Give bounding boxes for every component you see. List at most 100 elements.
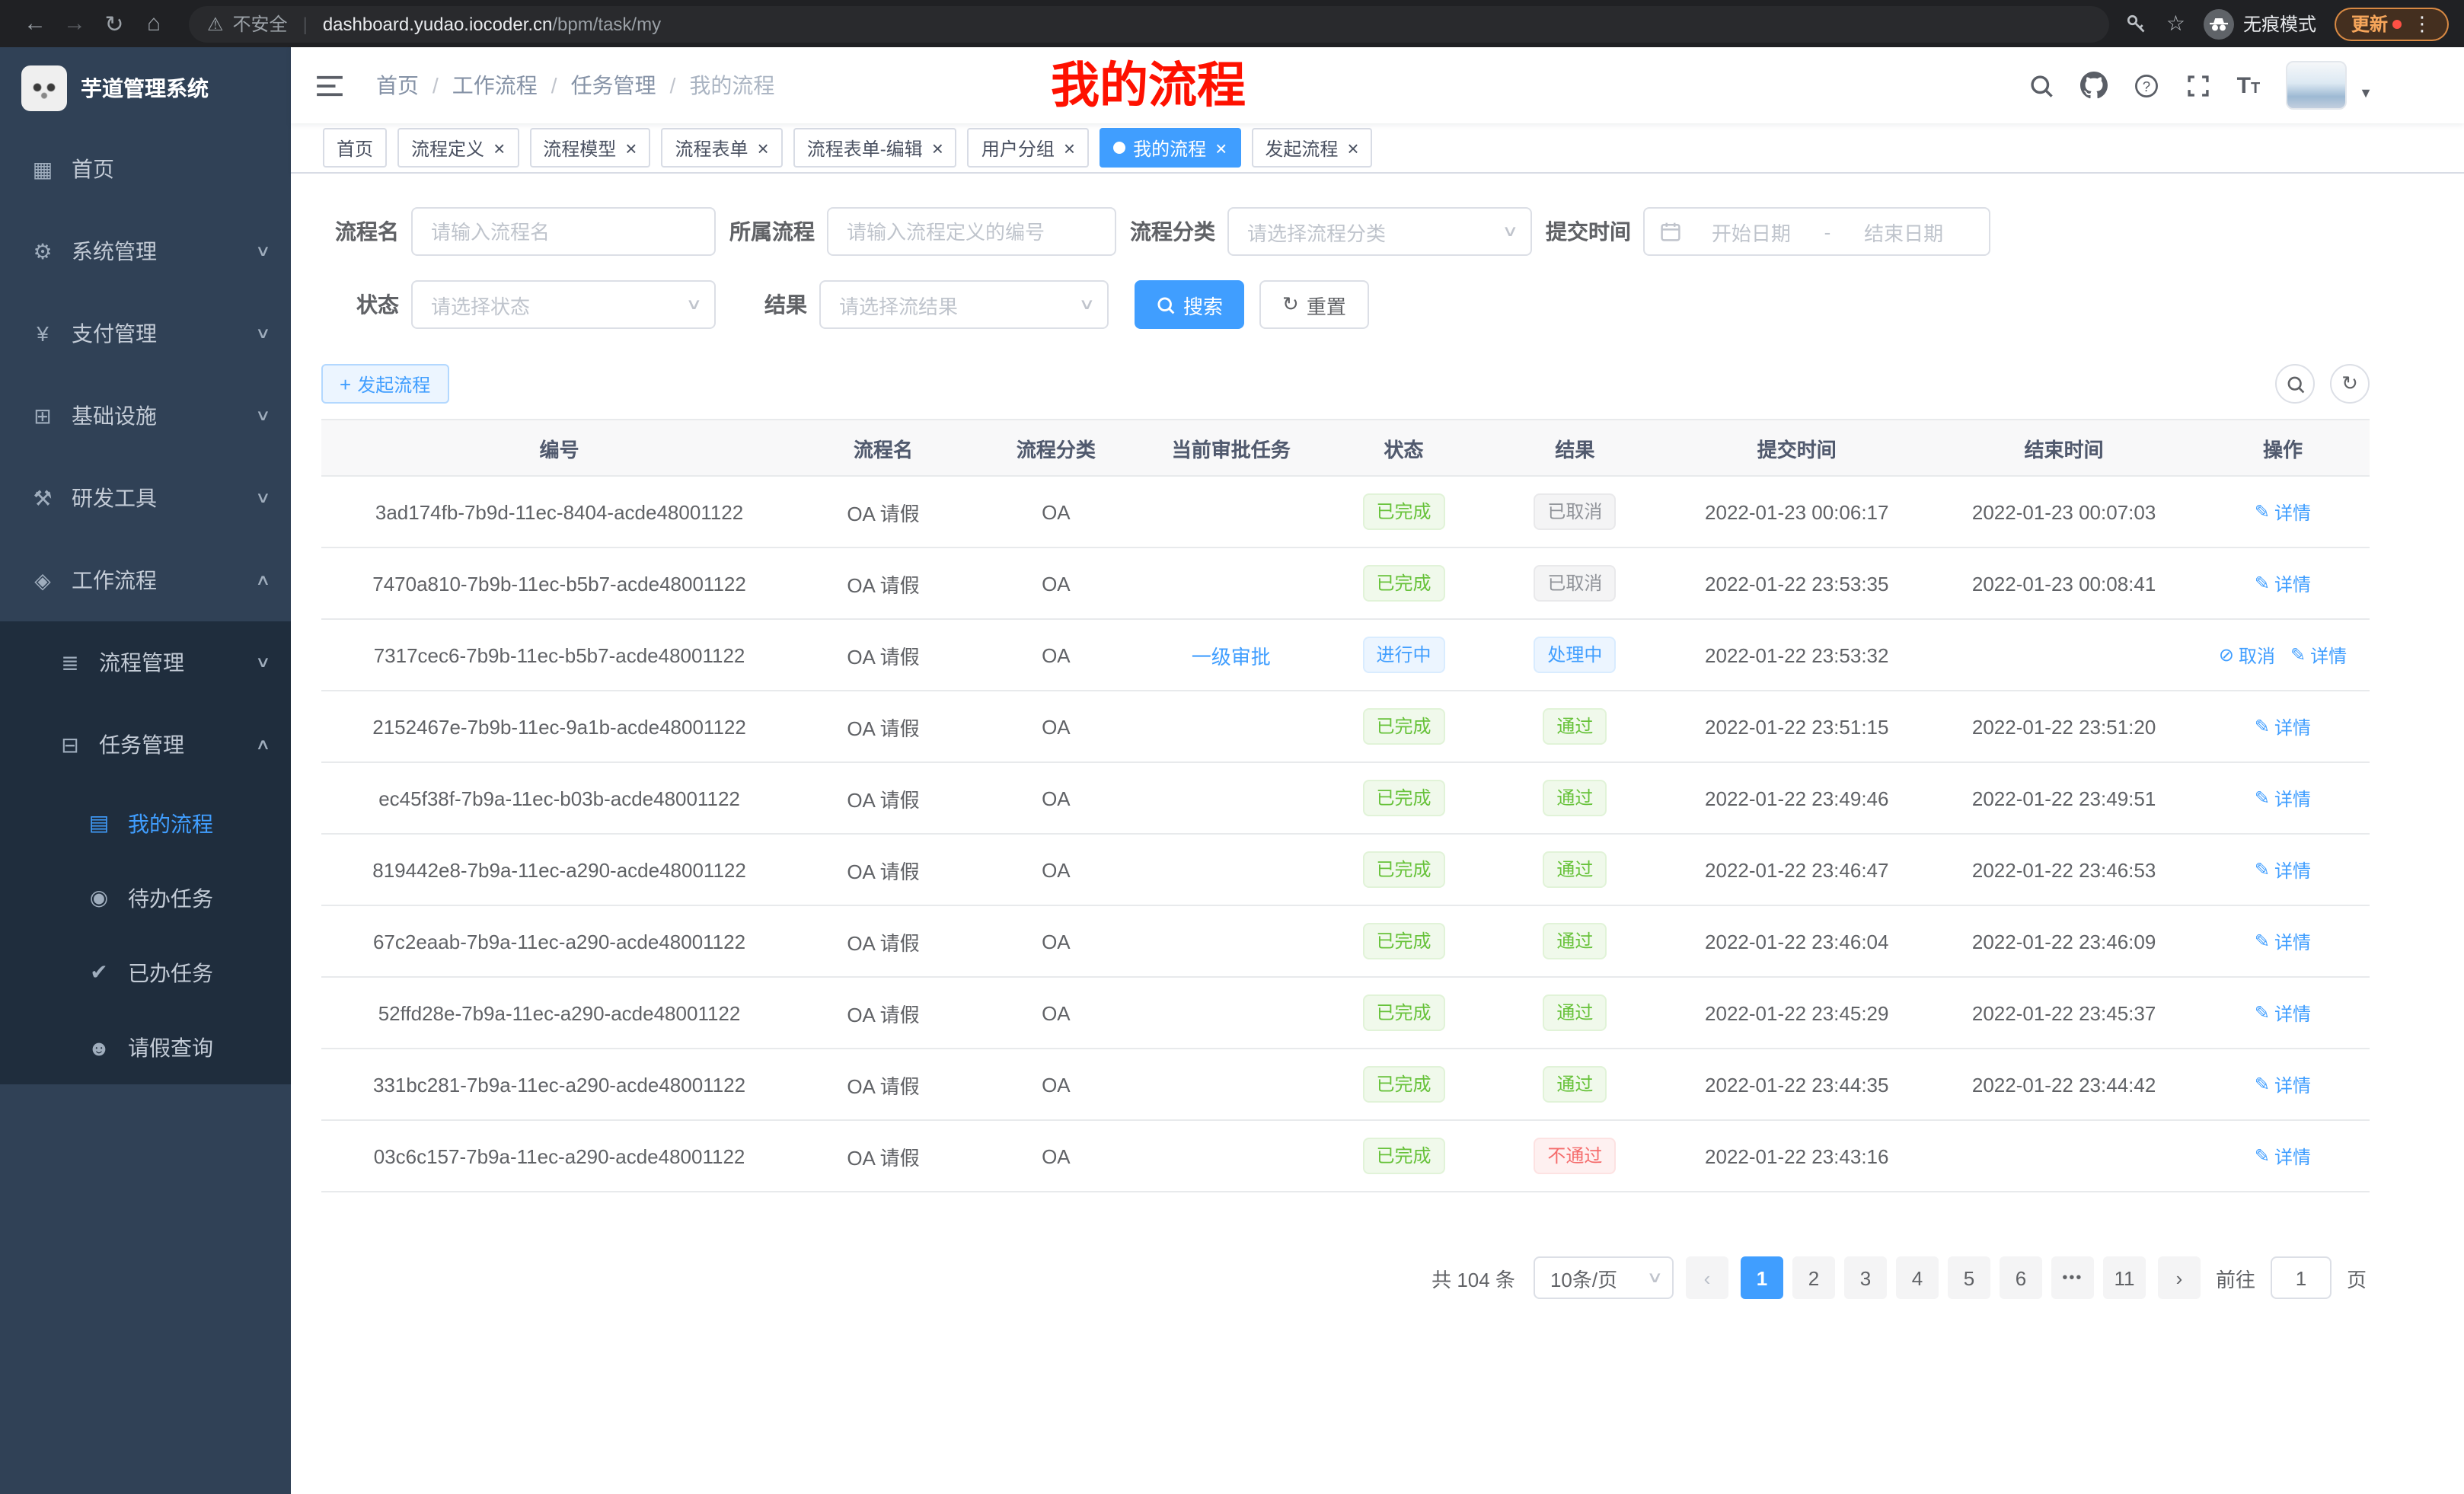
tab-首页[interactable]: 首页	[323, 128, 387, 168]
cell-current-task	[1143, 1049, 1320, 1120]
avatar[interactable]	[2286, 61, 2347, 110]
edit-icon: ✎	[2290, 644, 2306, 666]
main-area: 首页/工作流程/任务管理/我的流程 我的流程 ? TT	[291, 47, 2464, 1494]
toggle-search-button[interactable]	[2275, 364, 2315, 404]
tab-我的流程[interactable]: 我的流程×	[1100, 128, 1240, 168]
close-icon[interactable]: ×	[625, 138, 637, 158]
tab-用户分组[interactable]: 用户分组×	[968, 128, 1089, 168]
page-button[interactable]: 6	[2000, 1256, 2042, 1299]
sidebar-item-done-tasks[interactable]: ✔已办任务	[0, 935, 291, 1010]
breadcrumb-item[interactable]: 首页	[376, 70, 419, 101]
sidebar-item-devtools[interactable]: ⚒研发工具∨	[0, 457, 291, 539]
cell-submit-time: 2022-01-22 23:51:15	[1661, 691, 1932, 762]
sidebar-item-todo-tasks[interactable]: ◉待办任务	[0, 860, 291, 935]
security-label[interactable]: 不安全	[233, 11, 288, 37]
detail-button[interactable]: ✎详情	[2255, 499, 2311, 525]
font-size-icon[interactable]: TT	[2237, 72, 2261, 98]
address-bar[interactable]: ⚠ 不安全 | dashboard.yudao.iocoder.cn/bpm/t…	[189, 5, 2110, 42]
url-text: dashboard.yudao.iocoder.cn/bpm/task/my	[323, 13, 661, 34]
browser-menu-icon[interactable]: ⋮	[2412, 11, 2432, 36]
close-icon[interactable]: ×	[493, 138, 505, 158]
close-icon[interactable]: ×	[758, 138, 769, 158]
detail-button[interactable]: ✎详情	[2290, 642, 2347, 668]
goto-page-input[interactable]	[2271, 1256, 2332, 1299]
tab-发起流程[interactable]: 发起流程×	[1251, 128, 1372, 168]
category-select[interactable]: 请选择流程分类 ∨	[1227, 207, 1532, 256]
detail-button[interactable]: ✎详情	[2255, 1071, 2311, 1097]
search-button[interactable]: 搜索	[1135, 280, 1244, 329]
cancel-button[interactable]: ⊘取消	[2219, 642, 2275, 668]
end-date-placeholder[interactable]: 结束日期	[1834, 217, 1974, 246]
logo-image	[21, 65, 67, 110]
close-icon[interactable]: ×	[1064, 138, 1075, 158]
process-def-input[interactable]	[827, 207, 1116, 256]
status-select[interactable]: 请选择状态 ∨	[411, 280, 716, 329]
page-button[interactable]: 3	[1844, 1256, 1887, 1299]
close-icon[interactable]: ×	[932, 138, 943, 158]
page-button[interactable]: 2	[1792, 1256, 1835, 1299]
current-task-link[interactable]: 一级审批	[1192, 645, 1271, 668]
detail-button[interactable]: ✎详情	[2255, 928, 2311, 954]
tab-流程表单[interactable]: 流程表单×	[661, 128, 782, 168]
detail-button[interactable]: ✎详情	[2255, 1143, 2311, 1169]
detail-button[interactable]: ✎详情	[2255, 857, 2311, 883]
reload-button[interactable]: ↻	[94, 5, 134, 42]
sidebar-item-infrastructure[interactable]: ⊞基础设施∨	[0, 375, 291, 457]
task-icon: ⊟	[58, 732, 82, 758]
sidebar-item-process-mgmt[interactable]: ≣流程管理∨	[0, 621, 291, 704]
create-process-button[interactable]: + 发起流程	[321, 364, 448, 404]
sidebar-item-home[interactable]: ▦首页	[0, 128, 291, 210]
sidebar-item-label: 研发工具	[72, 483, 257, 513]
back-button[interactable]: ←	[15, 5, 55, 42]
page-button[interactable]: 4	[1896, 1256, 1939, 1299]
breadcrumb-item[interactable]: 工作流程	[452, 70, 538, 101]
detail-button[interactable]: ✎详情	[2255, 570, 2311, 596]
tab-流程表单-编辑[interactable]: 流程表单-编辑×	[793, 128, 957, 168]
detail-button[interactable]: ✎详情	[2255, 785, 2311, 811]
chevron-down-icon[interactable]: ▼	[2359, 85, 2373, 101]
forward-button[interactable]: →	[55, 5, 94, 42]
tab-流程定义[interactable]: 流程定义×	[397, 128, 519, 168]
cell-end-time: 2022-01-22 23:46:53	[1932, 834, 2196, 905]
app-logo[interactable]: 芋道管理系统	[0, 47, 291, 128]
fullscreen-icon[interactable]	[2185, 72, 2211, 98]
prev-page-button[interactable]: ‹	[1686, 1256, 1728, 1299]
update-button[interactable]: 更新 ⋮	[2335, 7, 2449, 40]
sidebar-item-my-process[interactable]: ▤我的流程	[0, 786, 291, 860]
cell-id: 2152467e-7b9b-11ec-9a1b-acde48001122	[321, 691, 797, 762]
password-key-icon[interactable]	[2125, 12, 2148, 35]
start-date-placeholder[interactable]: 开始日期	[1681, 217, 1821, 246]
page-size-select[interactable]: 10条/页 ∨	[1534, 1256, 1674, 1299]
tab-label: 首页	[337, 135, 373, 161]
op-label: 详情	[2274, 1071, 2311, 1097]
home-button[interactable]: ⌂	[134, 5, 174, 42]
submit-time-range-picker[interactable]: 开始日期 - 结束日期	[1643, 207, 1990, 256]
sidebar-item-payment[interactable]: ¥支付管理∨	[0, 292, 291, 375]
detail-button[interactable]: ✎详情	[2255, 1000, 2311, 1026]
detail-button[interactable]: ✎详情	[2255, 713, 2311, 739]
refresh-table-button[interactable]: ↻	[2330, 364, 2370, 404]
help-icon[interactable]: ?	[2134, 72, 2159, 98]
process-name-input[interactable]	[411, 207, 716, 256]
breadcrumb-item[interactable]: 任务管理	[571, 70, 656, 101]
hamburger-icon[interactable]	[315, 74, 344, 97]
sidebar-item-system[interactable]: ⚙系统管理∨	[0, 210, 291, 292]
cell-id: 7470a810-7b9b-11ec-b5b7-acde48001122	[321, 547, 797, 619]
status-badge: 已完成	[1363, 923, 1445, 959]
result-select[interactable]: 请选择流结果 ∨	[819, 280, 1109, 329]
page-button[interactable]: 5	[1948, 1256, 1990, 1299]
reset-button[interactable]: ↻ 重置	[1259, 280, 1369, 329]
next-page-button[interactable]: ›	[2158, 1256, 2201, 1299]
page-button[interactable]: 11	[2103, 1256, 2146, 1299]
sidebar-item-leave-query[interactable]: ☻请假查询	[0, 1010, 291, 1084]
pager-ellipsis[interactable]: •••	[2051, 1256, 2094, 1299]
search-icon[interactable]	[2028, 72, 2054, 98]
close-icon[interactable]: ×	[1347, 138, 1358, 158]
bookmark-star-icon[interactable]: ☆	[2166, 11, 2185, 37]
github-icon[interactable]	[2080, 72, 2108, 99]
sidebar-item-task-mgmt[interactable]: ⊟任务管理∧	[0, 704, 291, 786]
tab-流程模型[interactable]: 流程模型×	[529, 128, 650, 168]
sidebar-item-workflow[interactable]: ◈工作流程∧	[0, 539, 291, 621]
page-button[interactable]: 1	[1741, 1256, 1783, 1299]
close-icon[interactable]: ×	[1215, 138, 1227, 158]
